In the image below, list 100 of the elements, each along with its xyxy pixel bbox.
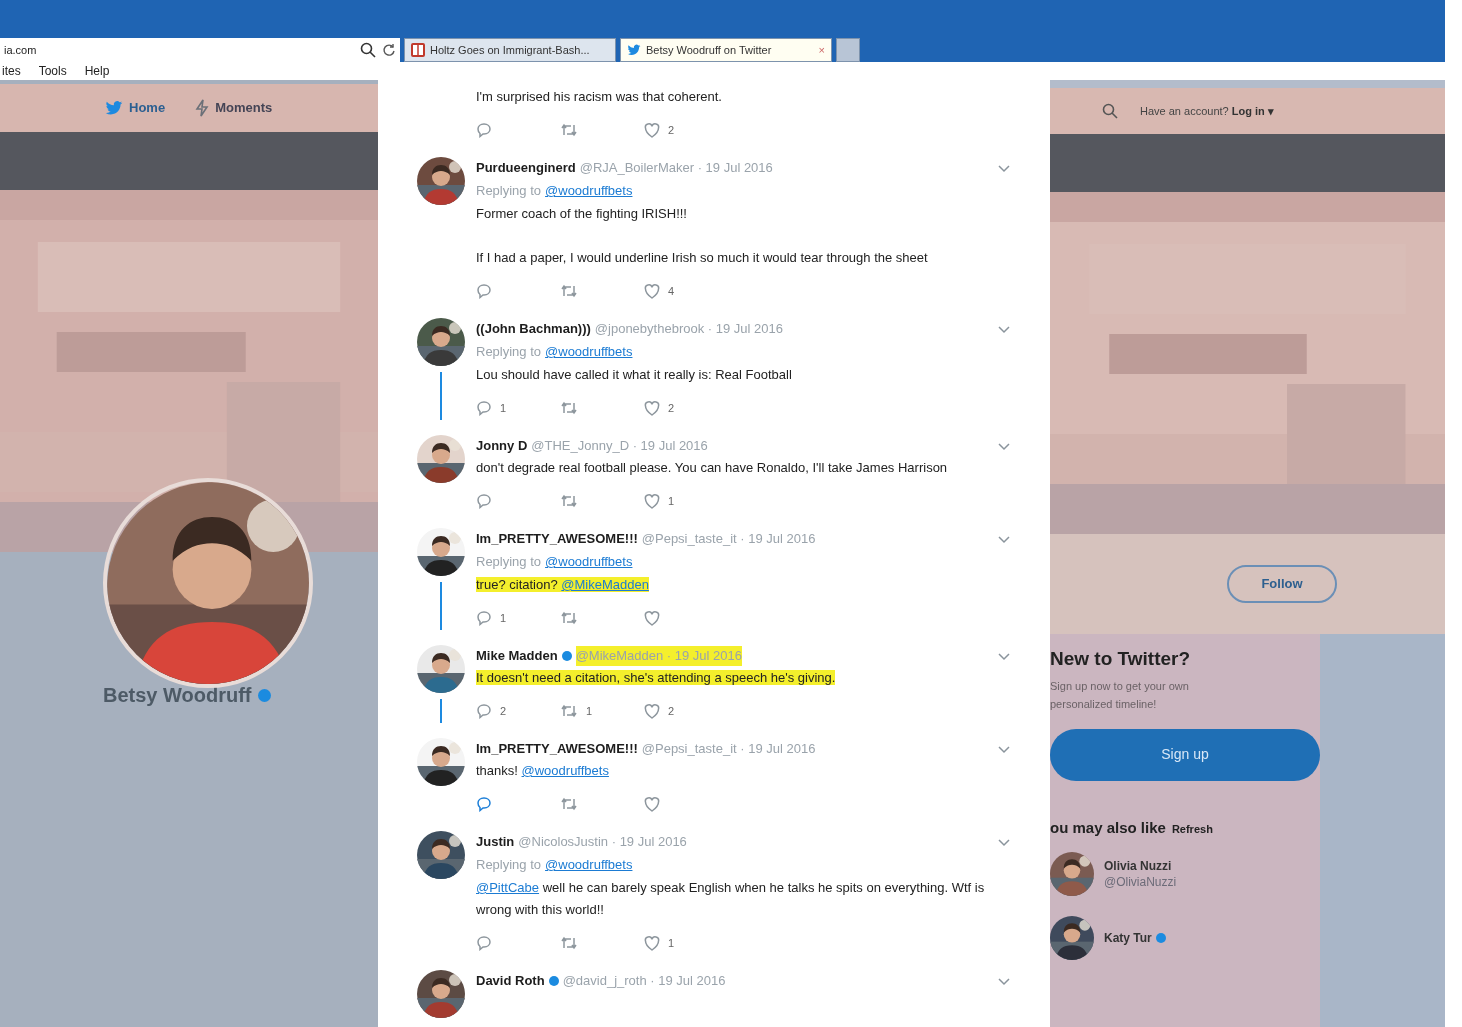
handle-date: @david_j_roth · 19 Jul 2016 [562,972,726,991]
caret-icon[interactable] [998,652,1010,661]
nav-link[interactable]: Moments [195,98,273,118]
reply-icon[interactable] [476,400,492,416]
tab-title: Betsy Woodruff on Twitter [646,42,772,58]
caret-icon[interactable] [998,325,1010,334]
caret-icon[interactable] [998,164,1010,173]
browser-tab[interactable]: Betsy Woodruff on Twitter × [620,38,832,62]
person-name[interactable]: Katy Tur [1104,930,1152,947]
refresh-icon[interactable] [382,43,396,57]
replying-label: Replying to [476,553,542,572]
count-label: 2 [668,122,675,138]
person-handle: @OliviaNuzzi [1104,875,1177,890]
tweet-text: true? citation? @MikeMadden [476,577,649,592]
mention-link[interactable]: @woodruffbets [545,855,633,875]
mention-link[interactable]: @woodruffbets [545,552,633,572]
author-name[interactable]: Im_PRETTY_AWESOME!!! [476,529,638,549]
author-name[interactable]: Im_PRETTY_AWESOME!!! [476,739,638,759]
browser-tab[interactable]: Holtz Goes on Immigrant-Bash... [404,38,616,62]
replying-label: Replying to [476,856,542,875]
caret-icon[interactable] [998,838,1010,847]
author-name[interactable]: Mike Madden [476,646,558,666]
heart-icon[interactable] [644,493,660,509]
tab-title: Holtz Goes on Immigrant-Bash... [430,42,590,58]
address-bar[interactable]: ia.com [0,38,400,62]
author-name[interactable]: Jonny D [476,436,528,456]
url-text: ia.com [4,42,37,58]
retweet-icon[interactable] [560,611,578,625]
bird-icon [627,43,641,57]
mention-link[interactable]: @PittCabe [476,880,540,895]
caret-icon[interactable] [998,535,1010,544]
section-title: ou may also like [1050,817,1166,838]
login-link[interactable]: Log in ▾ [1231,104,1274,117]
signup-text: Sign up now to get your own personalized timeline! [1050,678,1190,712]
handle-date: @MikeMadden · 19 Jul 2016 [575,646,743,666]
follow-button[interactable]: Follow [1227,565,1337,603]
heart-icon[interactable] [644,400,660,416]
heart-icon[interactable] [644,703,660,719]
retweet-icon[interactable] [560,401,578,415]
bird-icon [105,99,123,117]
close-button[interactable]: × [818,41,825,59]
mention-link[interactable]: @MikeMadden [561,577,649,592]
replying-label: Replying to [476,182,542,201]
menu-item[interactable]: ites [2,62,21,80]
reply-icon[interactable] [476,283,492,299]
count-label: 1 [668,935,675,951]
handle-date: @Pepsi_taste_it · 19 Jul 2016 [641,740,816,759]
person-name[interactable]: Olivia Nuzzi [1104,858,1172,875]
count-label: 2 [500,703,507,719]
caret-icon[interactable] [998,442,1010,451]
handle-date: @jponebythebrook · 19 Jul 2016 [594,320,783,339]
tweet-text: It doesn't need a citation, she's attending a speech he's giving. [476,670,836,685]
reply-icon[interactable] [476,796,492,812]
author-name[interactable]: Justin [476,832,515,852]
tweet-text: I'm surprised his racism was that coherent. [476,89,722,104]
profile-name: Betsy Woodruff [103,683,252,708]
author-name[interactable]: Purdueenginerd [476,158,576,178]
tweet-text: @PittCabe well he can barely speak English when he talks he spits on everything. Wtf is wrong with this world!! [476,880,985,917]
retweet-icon[interactable] [560,936,578,950]
reply-icon[interactable] [476,610,492,626]
reply-icon[interactable] [476,122,492,138]
search-icon[interactable] [360,42,376,58]
author-name[interactable]: ((John Bachman))) [476,319,591,339]
count-label: 4 [668,283,675,299]
count-label: 2 [668,703,675,719]
reply-icon[interactable] [476,935,492,951]
reply-icon[interactable] [476,493,492,509]
retweet-icon[interactable] [560,704,578,718]
retweet-icon[interactable] [560,284,578,298]
retweet-icon[interactable] [560,494,578,508]
bolt-icon [195,99,210,117]
mention-link[interactable]: @woodruffbets [545,342,633,362]
menu-item[interactable]: Help [84,62,110,80]
nav-link[interactable]: Home [105,98,166,118]
refresh-link[interactable]: Refresh [1171,820,1213,838]
caret-icon[interactable] [998,977,1010,986]
handle-date: @RJA_BoilerMaker · 19 Jul 2016 [579,159,773,178]
signup-button[interactable]: Sign up [1050,728,1320,781]
retweet-icon[interactable] [560,123,578,137]
retweet-icon[interactable] [560,797,578,811]
menu-item[interactable]: Tools [38,62,67,80]
count-label: 1 [500,610,507,626]
count-label: 1 [668,493,675,509]
heart-icon[interactable] [644,610,660,626]
count-label: 1 [500,400,507,416]
count-label: 2 [668,400,675,416]
new-tab-button[interactable] [836,38,860,62]
handle-date: @Pepsi_taste_it · 19 Jul 2016 [641,530,816,549]
replying-label: Replying to [476,343,542,362]
handle-date: @THE_Jonny_D · 19 Jul 2016 [531,437,708,456]
mention-link[interactable]: @woodruffbets [545,181,633,201]
author-name[interactable]: David Roth [476,971,545,991]
caret-icon[interactable] [998,745,1010,754]
heart-icon[interactable] [644,122,660,138]
heart-icon[interactable] [644,283,660,299]
handle-date: @NicolosJustin · 19 Jul 2016 [518,833,687,852]
reply-icon[interactable] [476,703,492,719]
heart-icon[interactable] [644,935,660,951]
mention-link[interactable]: @woodruffbets [521,763,609,778]
heart-icon[interactable] [644,796,660,812]
